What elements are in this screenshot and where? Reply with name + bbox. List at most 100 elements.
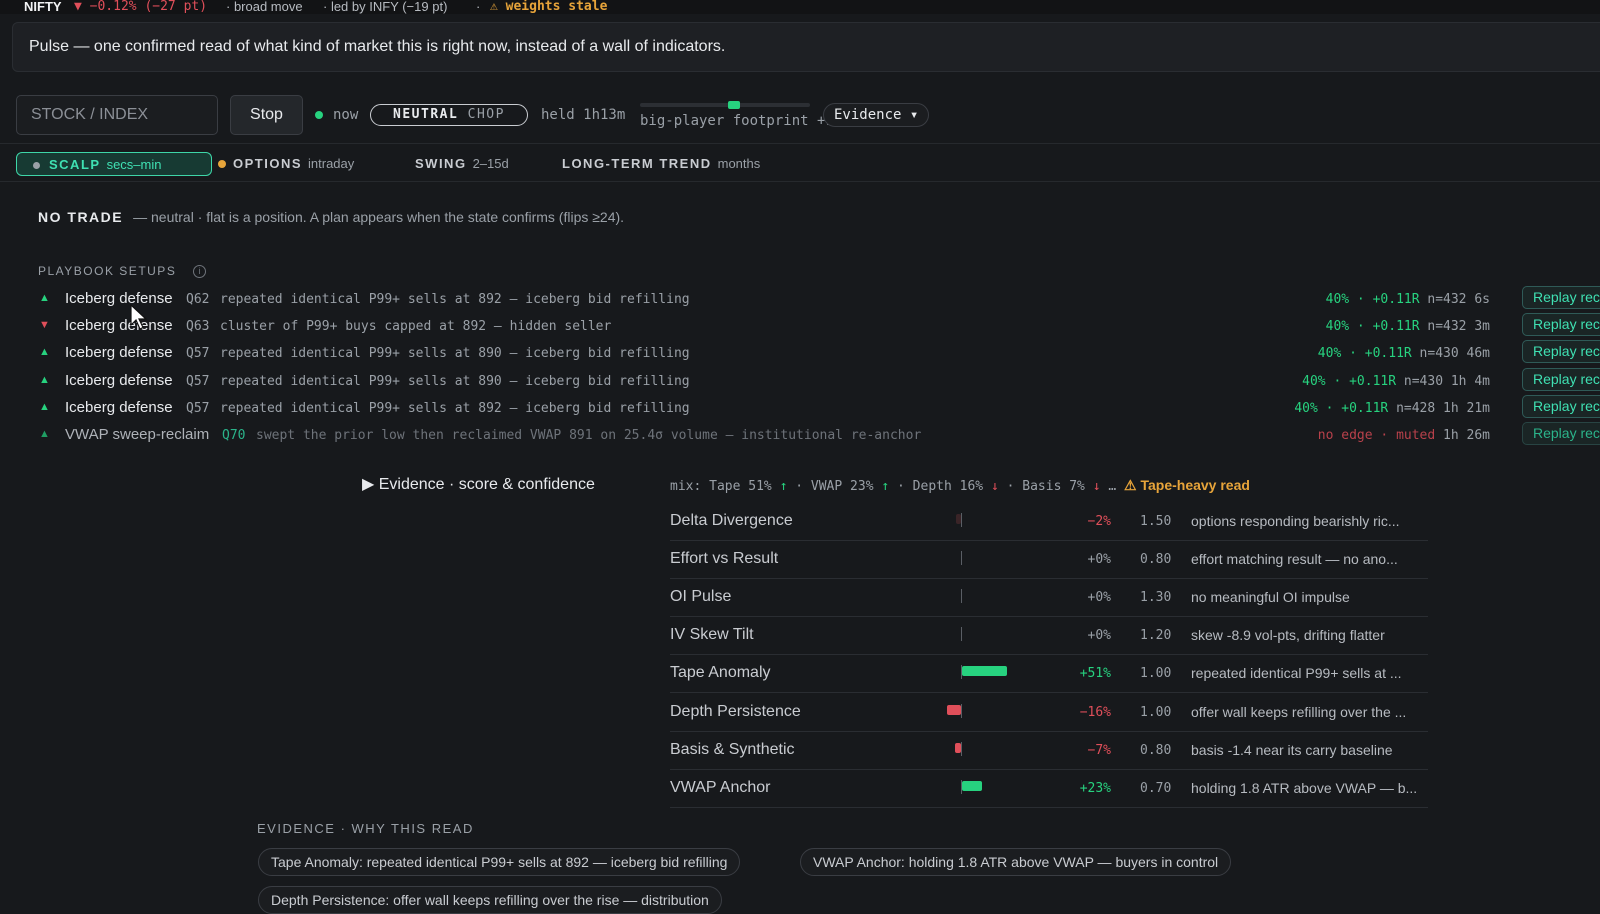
tab-sub: 2–15d (472, 156, 509, 171)
evidence-dropdown[interactable]: Evidence ▾ (823, 103, 929, 127)
replay-record-button[interactable]: Replay record (1522, 422, 1600, 445)
direction-arrow-icon: ▲ (39, 400, 50, 413)
market-state-badge: NEUTRAL CHOP (370, 104, 528, 126)
replay-record-button[interactable]: Replay record (1522, 313, 1600, 337)
pulse-description: Pulse — one confirmed read of what kind … (29, 38, 726, 55)
evidence-mix: mix: Tape 51% ↑ · VWAP 23% ↑ · Depth 16%… (670, 477, 1250, 494)
tab-sub: months (717, 156, 761, 171)
evidence-row: Delta Divergence −2% 1.50 options respondin… (670, 502, 1428, 541)
evidence-weight: 0.70 (1140, 780, 1172, 796)
setup-name: Iceberg defense (65, 344, 173, 362)
playbook-setup-row[interactable]: ▲ Iceberg defense Q57 repeated identical P9… (0, 340, 1600, 367)
evidence-note: effort matching result — no ano... (1191, 551, 1398, 568)
tab-options[interactable]: OPTIONS intraday (218, 152, 354, 176)
setup-stats: 40% · +0.11R n=432 3m (1326, 319, 1490, 334)
no-trade-text: — neutral · flat is a position. A plan a… (133, 209, 625, 225)
setup-edge: 40% · +0.11R (1294, 400, 1389, 416)
evidence-weight: 1.50 (1140, 514, 1172, 529)
setup-edge: no edge · muted (1317, 428, 1436, 443)
setup-stats: 40% · +0.11R n=430 1h 4m (1302, 374, 1490, 389)
state-secondary: CHOP (467, 107, 505, 122)
evidence-name: Delta Divergence (670, 512, 793, 529)
setup-name: Iceberg defense (65, 371, 173, 389)
replay-record-button[interactable]: Replay record (1522, 394, 1600, 418)
setup-code: Q62 (186, 292, 210, 307)
zero-line (961, 703, 962, 718)
evidence-weight: 0.80 (1140, 552, 1172, 568)
playbook-setup-row[interactable]: ▼ Iceberg defense Q63 cluster of P99+ buys … (0, 313, 1600, 340)
mix-direction-icon: ↑ (779, 479, 788, 494)
why-this-read-header: EVIDENCE · WHY THIS READ (257, 821, 474, 836)
info-icon[interactable]: i (193, 265, 206, 278)
evidence-bar (962, 666, 1007, 677)
setup-code: Q70 (222, 428, 246, 443)
evidence-weight: 1.00 (1140, 666, 1172, 682)
mix-separator: · (897, 479, 905, 494)
evidence-weight: 1.00 (1140, 704, 1172, 720)
setup-sample-size: n=430 (1403, 373, 1444, 389)
direction-arrow-icon: ▲ (39, 346, 50, 359)
evidence-row: Effort vs Result +0% 0.80 effort matching r… (670, 540, 1428, 580)
zero-line (961, 627, 962, 642)
mix-label: mix: (670, 479, 702, 494)
evidence-note: options responding bearishly ric... (1191, 513, 1400, 529)
evidence-row: Depth Persistence −16% 1.00 offer wall keep… (670, 693, 1428, 732)
ticker-separator: · (476, 0, 481, 14)
evidence-toggle[interactable]: ▶ Evidence · score & confidence (362, 474, 595, 494)
setup-code: Q63 (186, 319, 210, 335)
tab-scalp[interactable]: SCALP secs–min (16, 152, 212, 176)
replay-record-button[interactable]: Replay record (1522, 286, 1600, 309)
stop-button[interactable]: Stop (230, 95, 303, 135)
setup-age: 3m (1474, 319, 1490, 335)
replay-record-button[interactable]: Replay record (1522, 367, 1600, 391)
mix-item: Depth 16% (912, 479, 984, 494)
evidence-chip[interactable]: Depth Persistence: offer wall keeps refi… (258, 886, 722, 914)
ticker-symbol[interactable]: NIFTY (24, 0, 62, 14)
evidence-percent: −16% (1079, 704, 1111, 720)
setup-stats: 40% · +0.11R n=432 6s (1326, 292, 1490, 307)
replay-record-button[interactable]: Replay record (1522, 340, 1600, 364)
setup-age: 1h 26m (1443, 428, 1490, 443)
evidence-chip[interactable]: Tape Anomaly: repeated identical P99+ se… (258, 848, 741, 876)
mix-item: Basis 7% (1022, 479, 1085, 494)
evidence-row: VWAP Anchor +23% 0.70 holding 1.8 ATR above… (670, 769, 1428, 808)
zero-line (961, 551, 962, 566)
evidence-weight: 1.30 (1140, 590, 1172, 606)
evidence-percent: +0% (1087, 552, 1111, 568)
stock-index-input[interactable] (16, 95, 218, 135)
setup-sample-size: n=432 (1427, 319, 1467, 335)
mix-direction-icon: ↑ (881, 479, 890, 494)
setup-description: repeated identical P99+ sells at 892 — i… (220, 292, 690, 307)
divider (0, 181, 1600, 182)
playbook-setup-row[interactable]: ▲ Iceberg defense Q62 repeated identical P9… (0, 286, 1600, 313)
tab-long-term-trend[interactable]: LONG-TERM TREND months (562, 152, 760, 176)
tab-label: SWING (415, 156, 467, 171)
zero-line (961, 779, 962, 794)
evidence-percent: −2% (1087, 514, 1111, 529)
evidence-name: OI Pulse (670, 588, 732, 606)
setup-age: 1h 21m (1443, 400, 1490, 416)
tab-sub: intraday (308, 156, 355, 171)
evidence-row: IV Skew Tilt +0% 1.20 skew -8.9 vol-pts, dr… (670, 616, 1428, 656)
big-player-footprint: big-player footprint +15 (640, 113, 843, 129)
index-ticker: NIFTY ▼ −0.12% (−27 pt) · broad move · l… (0, 0, 1600, 14)
tab-swing[interactable]: SWING 2–15d (415, 152, 509, 176)
playbook-header: PLAYBOOK SETUPS (38, 264, 177, 278)
pulse-banner: Pulse — one confirmed read of what kind … (12, 22, 1600, 72)
playbook-setup-row[interactable]: ▲ Iceberg defense Q57 repeated identical P9… (0, 394, 1600, 422)
evidence-row: Tape Anomaly +51% 1.00 repeated identical P… (670, 654, 1428, 694)
setup-age: 1h 4m (1450, 373, 1490, 389)
mix-direction-icon: ↓ (1092, 479, 1101, 494)
mix-separator: · (795, 479, 804, 494)
tab-sub: secs–min (106, 157, 162, 172)
setup-name: Iceberg defense (65, 317, 173, 335)
playbook-setup-row[interactable]: ▲ VWAP sweep-reclaim Q70 swept the prior lo… (0, 422, 1600, 449)
playbook-setup-row[interactable]: ▲ Iceberg defense Q57 repeated identical P9… (0, 367, 1600, 395)
ticker-change: ▼ −0.12% (−27 pt) (74, 0, 208, 14)
zero-line (961, 513, 962, 527)
mix-direction-icon: ↓ (990, 479, 999, 494)
evidence-chip[interactable]: VWAP Anchor: holding 1.8 ATR above VWAP … (800, 848, 1232, 876)
evidence-name: Basis & Synthetic (670, 740, 795, 758)
setup-description: swept the prior low then reclaimed VWAP … (256, 428, 922, 443)
setup-sample-size: n=430 (1419, 346, 1459, 362)
